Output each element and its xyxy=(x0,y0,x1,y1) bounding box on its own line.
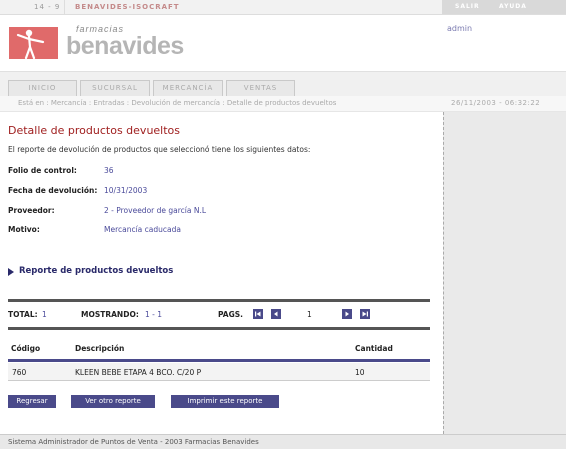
report-link[interactable]: Reporte de productos devueltos xyxy=(19,266,173,276)
breadcrumb-bar: Está en : Mercancía : Entradas : Devoluc… xyxy=(0,96,566,112)
showing-label: MOSTRANDO: xyxy=(81,310,139,319)
app-name: BENAVIDES-ISOCRAFT xyxy=(75,3,180,11)
next-page-button[interactable] xyxy=(342,309,352,319)
current-user: admin xyxy=(447,24,473,33)
reason-label: Motivo: xyxy=(8,225,40,234)
folio-label: Folio de control: xyxy=(8,166,77,175)
footer-text: Sistema Administrador de Puntos de Venta… xyxy=(8,438,259,446)
cell-description: KLEEN BEBE ETAPA 4 BCO. C/20 P xyxy=(75,368,202,377)
reason-value: Mercancía caducada xyxy=(104,225,181,234)
page-title: Detalle de productos devueltos xyxy=(8,124,181,137)
prev-page-icon xyxy=(274,311,278,317)
intro-text: El reporte de devolución de productos qu… xyxy=(8,145,311,154)
main-nav: INICIO SUCURSAL MERCANCÍA VENTAS xyxy=(0,71,566,96)
first-page-button[interactable] xyxy=(253,309,263,319)
current-page: 1 xyxy=(307,310,312,319)
tab-inicio[interactable]: INICIO xyxy=(8,80,77,96)
date-label: Fecha de devolución: xyxy=(8,186,98,195)
logo-figure-icon xyxy=(9,27,58,60)
col-header-quantity: Cantidad xyxy=(355,344,393,353)
datetime: 26/11/2003 - 06:32:22 xyxy=(451,99,541,107)
pages-label: PAGS. xyxy=(218,310,244,319)
tab-mercancia[interactable]: MERCANCÍA xyxy=(153,80,223,96)
supplier-value: 2 - Proveedor de garcía N.L xyxy=(104,206,207,215)
total-value: 1 xyxy=(42,310,47,319)
play-arrow-icon xyxy=(8,268,14,276)
top-strip: 14 - 9 BENAVIDES-ISOCRAFT SALIR AYUDA xyxy=(0,0,566,15)
footer: Sistema Administrador de Puntos de Venta… xyxy=(0,434,566,449)
other-report-button[interactable]: Ver otro reporte xyxy=(71,395,155,408)
table-row xyxy=(8,363,430,381)
breadcrumb: Está en : Mercancía : Entradas : Devoluc… xyxy=(18,99,337,107)
help-button[interactable]: AYUDA xyxy=(499,3,527,10)
logo-text-big: benavides xyxy=(66,32,184,60)
divider xyxy=(8,327,430,330)
back-button[interactable]: Regresar xyxy=(8,395,56,408)
col-header-description: Descripción xyxy=(75,344,125,353)
total-label: TOTAL: xyxy=(8,310,38,319)
exit-button[interactable]: SALIR xyxy=(455,3,480,10)
prev-page-button[interactable] xyxy=(271,309,281,319)
cell-code: 760 xyxy=(12,368,27,377)
right-panel xyxy=(443,112,566,434)
print-report-button[interactable]: Imprimir este reporte xyxy=(171,395,279,408)
showing-value: 1 - 1 xyxy=(145,310,163,319)
supplier-label: Proveedor: xyxy=(8,206,55,215)
date-value: 10/31/2003 xyxy=(104,186,148,195)
first-page-icon xyxy=(255,311,261,317)
next-page-icon xyxy=(345,311,349,317)
folio-value: 36 xyxy=(104,166,114,175)
col-header-code: Código xyxy=(11,344,41,353)
divider xyxy=(8,359,430,362)
header: farmacias benavides admin xyxy=(0,15,566,71)
tab-ventas[interactable]: VENTAS xyxy=(226,80,295,96)
last-page-icon xyxy=(362,311,368,317)
divider xyxy=(64,0,65,14)
last-page-button[interactable] xyxy=(360,309,370,319)
session-code: 14 - 9 xyxy=(34,3,61,11)
tab-sucursal[interactable]: SUCURSAL xyxy=(80,80,150,96)
divider xyxy=(8,299,430,302)
cell-quantity: 10 xyxy=(355,368,365,377)
